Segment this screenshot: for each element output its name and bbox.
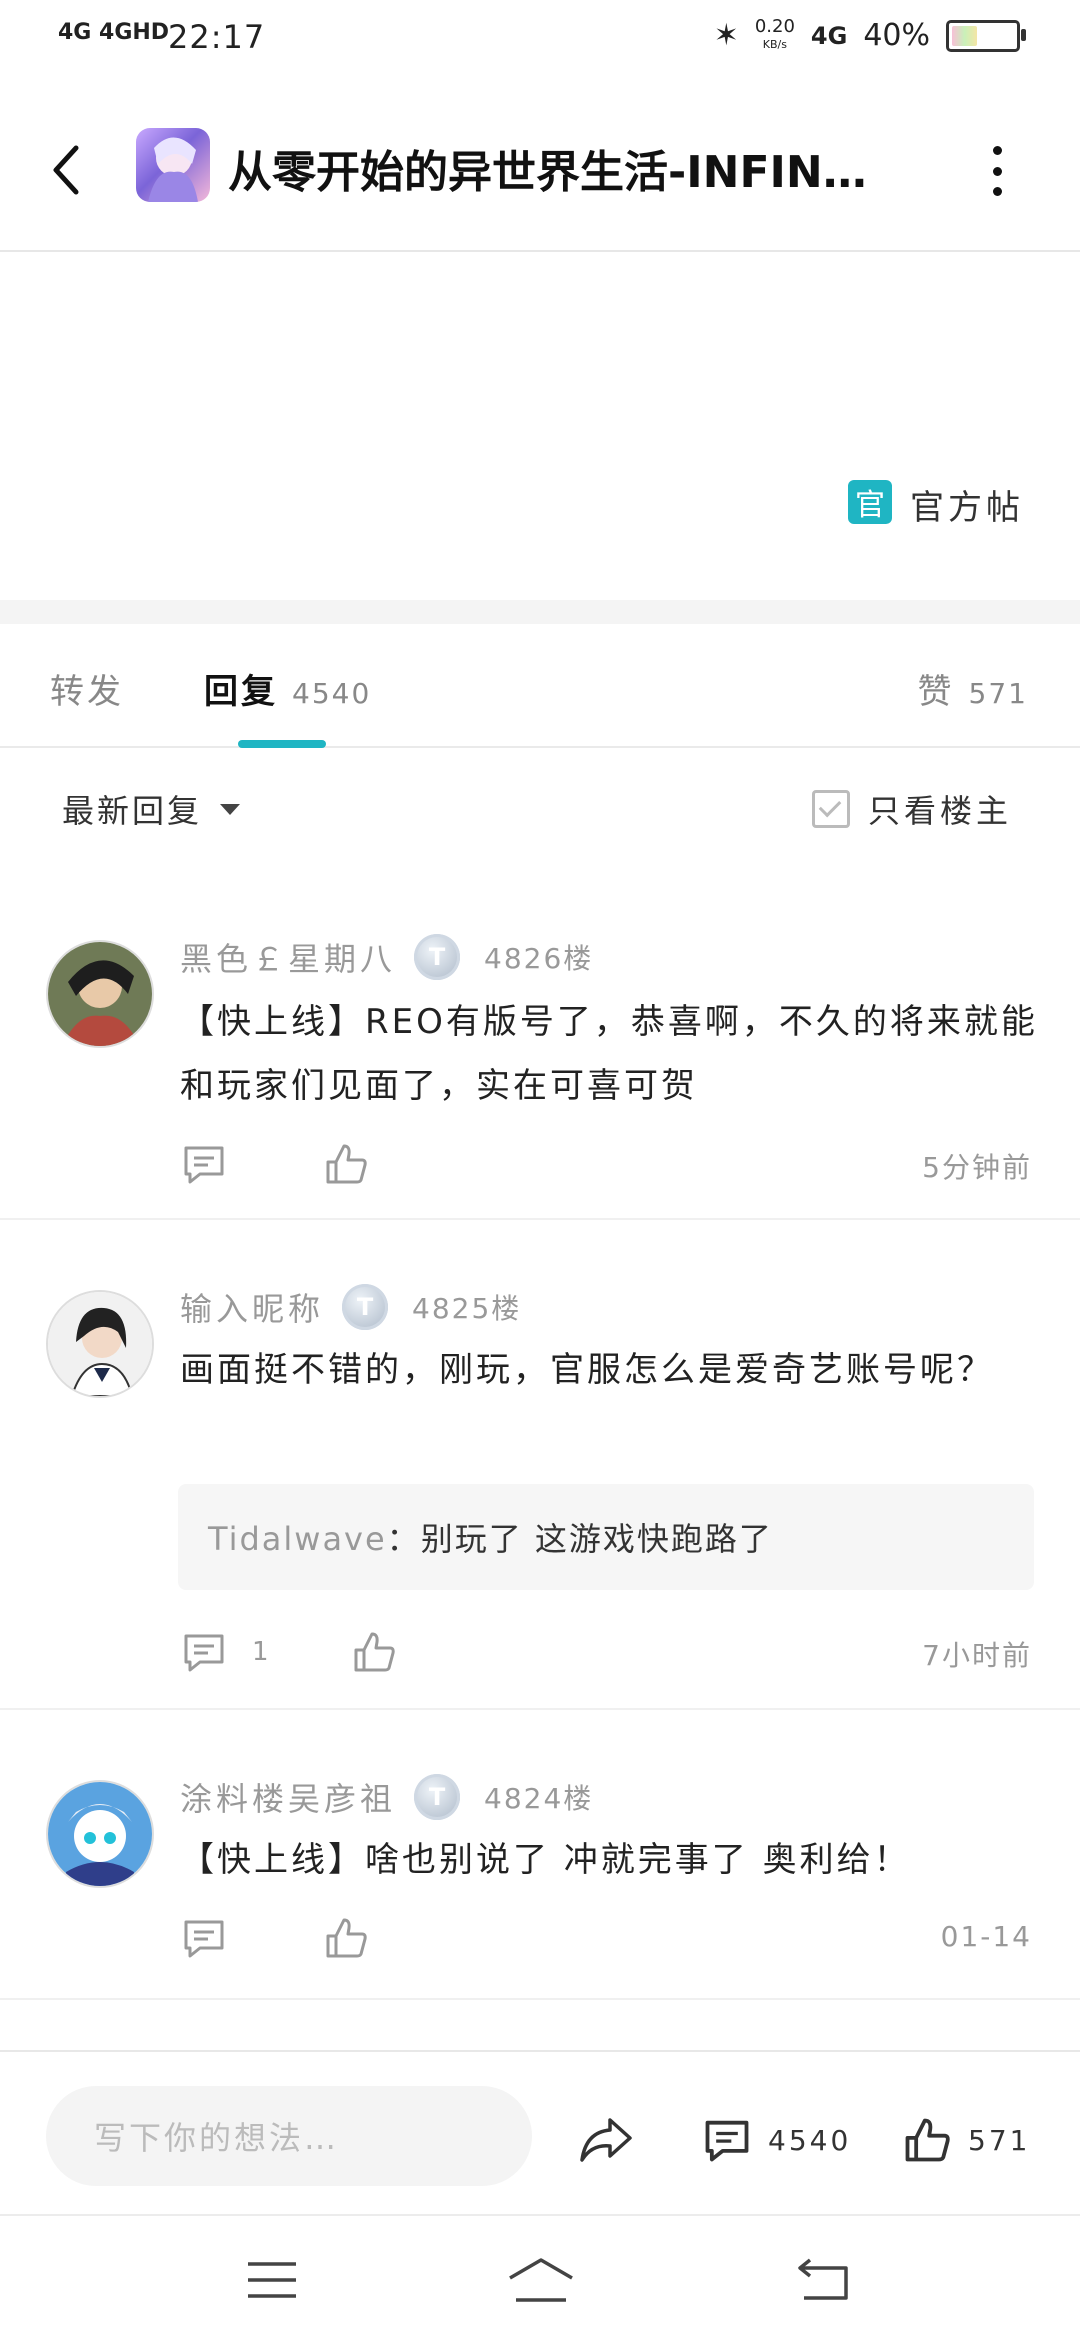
comment-item: 输入昵称 T 4825楼 画面挺不错的，刚玩，官服怎么是爱奇艺账号呢？ Tida…: [0, 1220, 1080, 1710]
page-title: 从零开始的异世界生活-INFIN…: [228, 147, 867, 198]
bottom-like-count: 571: [968, 2123, 1031, 2157]
thumbs-up-icon: [326, 1144, 367, 1184]
system-nav-bar: [0, 2214, 1080, 2342]
tab-forward[interactable]: 转发: [50, 664, 124, 713]
system-back-button[interactable]: [796, 2258, 852, 2306]
caret-down-icon: [220, 803, 241, 815]
reply-action[interactable]: 1: [180, 1628, 269, 1676]
like-count: 571: [968, 677, 1028, 710]
comment-item: 涂料楼吴彦祖 T 4824楼 【快上线】啥也别说了 冲就完事了 奥利给！ 01-…: [0, 1710, 1080, 2000]
checkbox-icon[interactable]: [811, 790, 850, 828]
like-action[interactable]: [322, 1914, 370, 1962]
network-indicator: 4G 4GHD: [58, 20, 170, 45]
sub-reply[interactable]: Tidalwave：别玩了 这游戏快跑路了: [178, 1484, 1034, 1590]
comment-icon: [705, 2120, 749, 2162]
like-button[interactable]: 571: [900, 2114, 1030, 2166]
return-icon: [798, 2258, 848, 2300]
comment-header: 黑色￡星期八 T 4826楼: [180, 934, 593, 980]
top-app-bar: 从零开始的异世界生活-INFIN…: [0, 100, 1080, 252]
like-action[interactable]: [322, 1140, 370, 1188]
thumbs-up-icon: [354, 1632, 395, 1672]
bluetooth-icon: ✶: [713, 18, 739, 53]
bottom-comment-count: 4540: [768, 2123, 852, 2157]
reply-count: 1: [252, 1637, 269, 1667]
thumbs-up-icon: [905, 2118, 950, 2162]
network-speed: 0.20 KB/s: [754, 15, 795, 51]
tab-indicator: [238, 740, 326, 748]
like-action[interactable]: [350, 1628, 398, 1676]
comment-text: 画面挺不错的，刚玩，官服怎么是爱奇艺账号呢？: [180, 1350, 994, 1390]
official-post-label: 官方帖: [910, 488, 1024, 528]
reply-action[interactable]: [180, 1914, 238, 1962]
comment-input[interactable]: 写下你的想法…: [46, 2086, 532, 2186]
thumbs-up-icon: [326, 1918, 367, 1958]
status-bar: 4G 4GHD 22:17 ✶ 0.20 KB/s 4G 40%: [0, 0, 1080, 80]
comment-button[interactable]: 4540: [700, 2114, 851, 2166]
level-badge: T: [342, 1284, 389, 1330]
menu-icon: [248, 2262, 296, 2298]
sub-reply-user[interactable]: Tidalwave: [208, 1520, 387, 1558]
share-icon: [580, 2118, 632, 2162]
comment-icon: [184, 1146, 224, 1184]
tab-like[interactable]: 赞 571: [918, 664, 1028, 713]
comment-time: 01-14: [940, 1920, 1032, 1953]
share-button[interactable]: [578, 2114, 634, 2164]
home-icon: [509, 2258, 573, 2302]
more-dot-icon: [992, 146, 1002, 155]
username[interactable]: 涂料楼吴彦祖: [180, 1774, 396, 1820]
reply-action[interactable]: [180, 1140, 238, 1188]
avatar[interactable]: [46, 1780, 154, 1888]
section-divider: [0, 600, 1080, 624]
battery-percent: 40%: [863, 18, 930, 53]
level-badge: T: [414, 934, 461, 980]
comment-time: 5分钟前: [922, 1151, 1032, 1184]
official-badge: 官: [848, 480, 892, 524]
sim-indicator: 4G: [810, 21, 848, 50]
bottom-action-bar: 写下你的想法… 4540 571: [0, 2050, 1080, 2212]
comment-header: 输入昵称 T 4825楼: [180, 1284, 521, 1330]
tab-reply[interactable]: 回复 4540: [204, 664, 371, 713]
comment-header: 涂料楼吴彦祖 T 4824楼: [180, 1774, 593, 1820]
avatar[interactable]: [46, 1290, 154, 1398]
comment-text: 【快上线】啥也别说了 冲就完事了 奥利给！: [180, 1840, 911, 1880]
tab-divider: [0, 746, 1080, 748]
comment-text: 【快上线】REO有版号了，恭喜啊，不久的将来就能和玩家们见面了，实在可喜可贺: [180, 1002, 1038, 1106]
back-arrow-icon: [53, 145, 79, 195]
back-button[interactable]: [44, 140, 90, 200]
comment-item: 黑色￡星期八 T 4826楼 【快上线】REO有版号了，恭喜啊，不久的将来就能和…: [0, 890, 1080, 1220]
home-button[interactable]: [508, 2256, 574, 2308]
avatar[interactable]: [46, 940, 154, 1048]
floor-number: 4824楼: [484, 1782, 594, 1815]
more-options-button[interactable]: [990, 146, 1004, 196]
only-owner-label: 只看楼主: [867, 792, 1012, 830]
battery-icon: [946, 19, 1026, 52]
status-right: ✶ 0.20 KB/s 4G 40%: [713, 15, 1026, 53]
floor-number: 4826楼: [484, 942, 594, 975]
sort-label: 最新回复: [62, 792, 203, 830]
level-badge: T: [414, 1774, 461, 1820]
sort-dropdown[interactable]: 最新回复: [62, 786, 241, 832]
username[interactable]: 黑色￡星期八: [180, 934, 396, 980]
floor-number: 4825楼: [412, 1292, 522, 1325]
comment-icon: [184, 1920, 224, 1958]
only-owner-toggle[interactable]: 只看楼主: [811, 786, 1012, 832]
menu-button[interactable]: [246, 2258, 298, 2306]
reply-count: 4540: [292, 677, 372, 710]
username[interactable]: 输入昵称: [180, 1284, 324, 1330]
clock: 22:17: [168, 18, 266, 56]
game-icon[interactable]: [136, 128, 210, 202]
comment-icon: [184, 1634, 224, 1672]
sub-reply-text: 别玩了 这游戏快跑路了: [420, 1520, 773, 1558]
comment-time: 7小时前: [922, 1639, 1032, 1672]
